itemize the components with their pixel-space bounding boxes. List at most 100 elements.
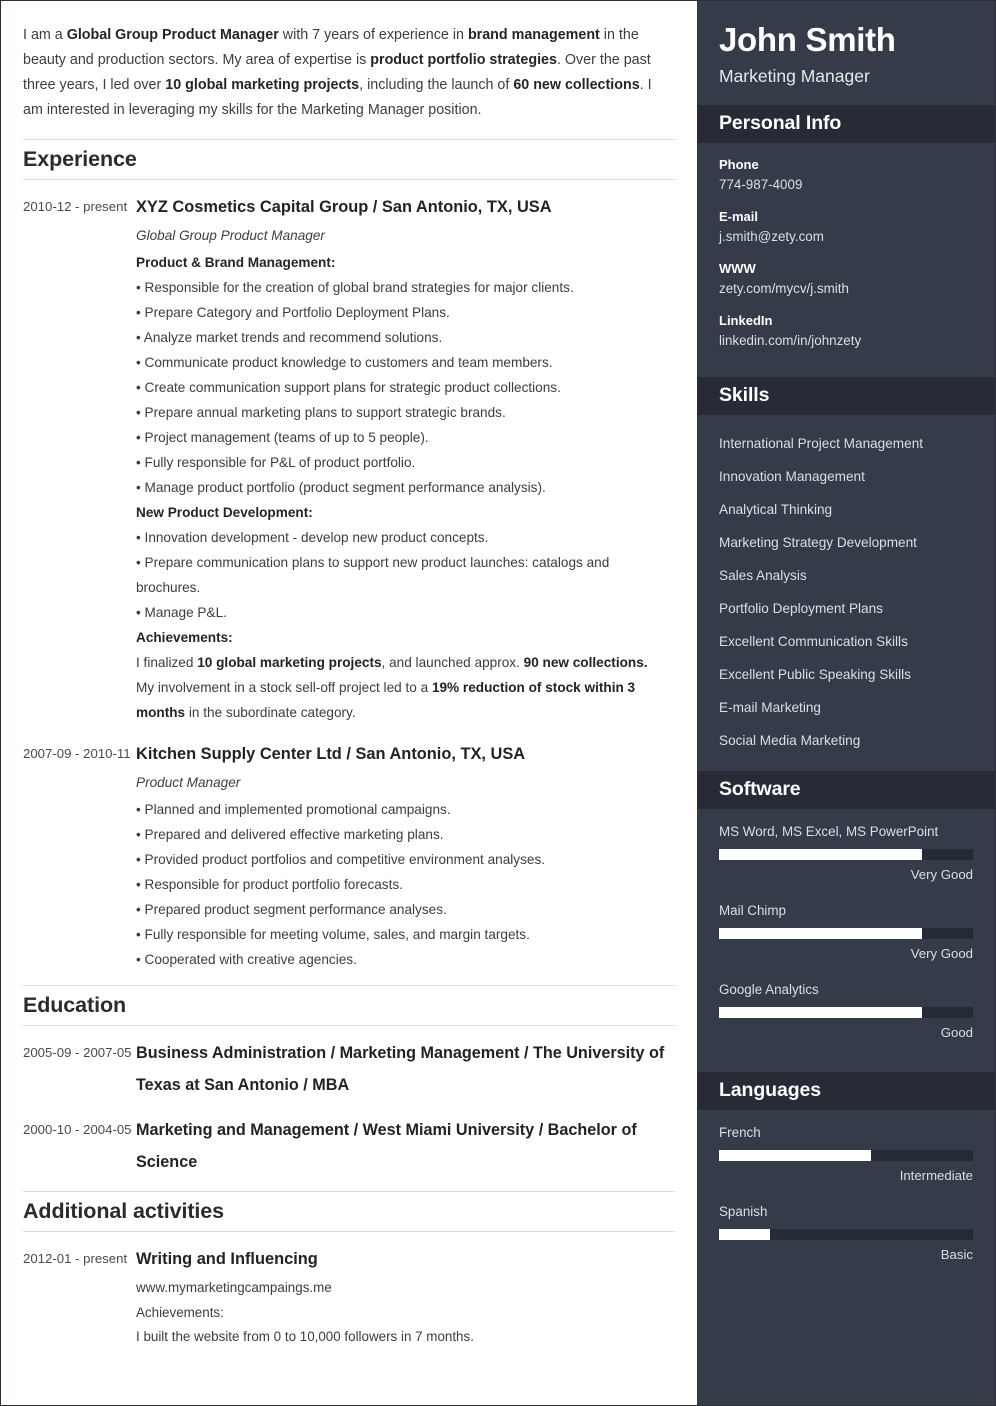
entry-group-label: Product & Brand Management:	[136, 255, 336, 270]
entry-group-label: New Product Development:	[136, 505, 313, 520]
skill-item: Excellent Public Speaking Skills	[719, 667, 911, 682]
rating-level-label: Very Good	[910, 946, 973, 961]
education-entry: 2005-09 - 2007-05 Business Administration…	[23, 1037, 675, 1101]
rating-name: French	[719, 1125, 761, 1140]
personal-info-label: WWW	[719, 261, 756, 276]
entry-title: Kitchen Supply Center Ltd / San Antonio,…	[136, 745, 526, 763]
entry-bullet: • Responsible for product portfolio fore…	[136, 877, 403, 892]
entry-dates: 2010-12 - present	[23, 199, 128, 214]
skill-item: Excellent Communication Skills	[719, 634, 908, 649]
rating-level-label: Very Good	[910, 867, 973, 882]
personal-info-label: Phone	[719, 157, 759, 172]
software-list: MS Word, MS Excel, MS PowerPoint Very Goo…	[697, 809, 995, 1072]
software-rating-item: Mail Chimp Very Good	[719, 900, 973, 968]
rating-level-label: Basic	[940, 1247, 973, 1262]
entry-dates: 2005-09 - 2007-05	[23, 1045, 132, 1060]
rating-level-label: Intermediate	[899, 1168, 973, 1183]
entry-body: Business Administration / Marketing Mana…	[136, 1037, 675, 1101]
personal-info-header: Personal Info	[697, 105, 995, 143]
entry-bullet: • Fully responsible for P&L of product p…	[136, 455, 416, 470]
entry-bullet: • Project management (teams of up to 5 p…	[136, 430, 429, 445]
personal-info-label: LinkedIn	[719, 313, 773, 328]
entry-body: Marketing and Management / West Miami Un…	[136, 1114, 675, 1178]
entry-bullet: • Innovation development - develop new p…	[136, 530, 489, 545]
languages-list: French Intermediate Spanish Basic	[697, 1110, 995, 1294]
languages-heading: Languages	[719, 1079, 822, 1101]
additional-activity-entry: 2012-01 - present Writing and Influencing…	[23, 1243, 675, 1350]
experience-heading: Experience	[23, 147, 137, 171]
professional-summary: I am a Global Group Product Manager with…	[23, 27, 652, 118]
activity-line: I built the website from 0 to 10,000 fol…	[136, 1329, 474, 1344]
entry-bullet: • Create communication support plans for…	[136, 380, 561, 395]
entry-dates: 2007-09 - 2010-11	[23, 746, 131, 761]
rating-bar-track	[719, 1007, 973, 1018]
candidate-role: Marketing Manager	[719, 66, 870, 86]
entry-bullet: • Prepared product segment performance a…	[136, 902, 447, 917]
experience-entry: 2010-12 - present XYZ Cosmetics Capital G…	[23, 191, 675, 725]
entry-body: Kitchen Supply Center Ltd / San Antonio,…	[136, 738, 675, 972]
entry-bullet: • Prepare Category and Portfolio Deploym…	[136, 305, 450, 320]
software-header: Software	[697, 771, 995, 809]
entry-dates: 2012-01 - present	[23, 1251, 128, 1266]
entry-bullet: • Analyze market trends and recommend so…	[136, 330, 443, 345]
education-section-header: Education	[23, 985, 675, 1026]
experience-section-header: Experience	[23, 139, 675, 180]
personal-info-list: Phone 774-987-4009 E-mail j.smith@zety.com W…	[697, 143, 995, 377]
rating-name: Mail Chimp	[719, 903, 786, 918]
rating-bar-track	[719, 1229, 973, 1240]
entry-bullet: • Prepared and delivered effective marke…	[136, 827, 444, 842]
personal-info-value[interactable]: linkedin.com/in/johnzety	[719, 330, 973, 352]
skills-list: International Project Management Innovati…	[697, 415, 995, 771]
skill-item: E-mail Marketing	[719, 700, 821, 715]
skill-item: Marketing Strategy Development	[719, 535, 917, 550]
additional-activities-heading: Additional activities	[23, 1199, 224, 1223]
personal-info-item: Phone 774-987-4009	[719, 155, 973, 196]
education-title: Marketing and Management / West Miami Un…	[136, 1121, 637, 1171]
skill-item: Portfolio Deployment Plans	[719, 601, 883, 616]
entry-group-label: Achievements:	[136, 630, 233, 645]
education-title: Business Administration / Marketing Mana…	[136, 1044, 665, 1094]
entry-title: XYZ Cosmetics Capital Group / San Antoni…	[136, 198, 552, 216]
rating-name: Spanish	[719, 1204, 768, 1219]
entry-bullet: • Cooperated with creative agencies.	[136, 952, 357, 967]
skill-item: International Project Management	[719, 436, 924, 451]
additional-activities-entry-list: 2012-01 - present Writing and Influencing…	[23, 1243, 675, 1350]
personal-info-label: E-mail	[719, 209, 759, 224]
software-rating-item: MS Word, MS Excel, MS PowerPoint Very Goo…	[719, 821, 973, 889]
entry-bullet: • Fully responsible for meeting volume, …	[136, 927, 530, 942]
candidate-name: John Smith	[719, 21, 896, 58]
resume-main-column: I am a Global Group Product Manager with…	[1, 1, 697, 1405]
rating-name: MS Word, MS Excel, MS PowerPoint	[719, 824, 939, 839]
entry-bullet: • Provided product portfolios and compet…	[136, 852, 546, 867]
entry-body: XYZ Cosmetics Capital Group / San Antoni…	[136, 191, 675, 725]
language-rating-item: Spanish Basic	[719, 1201, 973, 1269]
personal-info-item: WWW zety.com/mycv/j.smith	[719, 259, 973, 300]
experience-section: Experience 2010-12 - present XYZ Cosmetic…	[23, 139, 675, 972]
entry-bullet: • Communicate product knowledge to custo…	[136, 355, 553, 370]
education-heading: Education	[23, 993, 127, 1017]
personal-info-heading: Personal Info	[719, 112, 842, 134]
personal-info-value[interactable]: 774-987-4009	[719, 174, 973, 196]
entry-bullet: • Manage P&L.	[136, 605, 227, 620]
rating-name: Google Analytics	[719, 982, 819, 997]
education-entry: 2000-10 - 2004-05 Marketing and Managemen…	[23, 1114, 675, 1178]
activity-line: Achievements:	[136, 1304, 224, 1320]
entry-bullet: • Planned and implemented promotional ca…	[136, 802, 451, 817]
entry-bullet: • Manage product portfolio (product segm…	[136, 480, 546, 495]
rating-bar-track	[719, 1150, 973, 1161]
activity-title: Writing and Influencing	[136, 1250, 318, 1268]
rating-bar-fill	[719, 1150, 872, 1161]
rating-bar-fill	[719, 849, 923, 860]
additional-activities-section-header: Additional activities	[23, 1191, 675, 1232]
personal-info-value[interactable]: j.smith@zety.com	[719, 226, 973, 248]
entry-bullet: • Prepare annual marketing plans to supp…	[136, 405, 506, 420]
additional-activities-section: Additional activities 2012-01 - present W…	[23, 1191, 675, 1350]
entry-paragraph: My involvement in a stock sell-off proje…	[136, 680, 636, 720]
personal-info-value[interactable]: zety.com/mycv/j.smith	[719, 278, 973, 300]
resume-page: I am a Global Group Product Manager with…	[0, 0, 996, 1406]
skill-item: Innovation Management	[719, 469, 865, 484]
entry-bullet: • Prepare communication plans to support…	[136, 555, 610, 595]
software-heading: Software	[719, 778, 801, 800]
languages-header: Languages	[697, 1072, 995, 1110]
entry-dates: 2000-10 - 2004-05	[23, 1122, 132, 1137]
